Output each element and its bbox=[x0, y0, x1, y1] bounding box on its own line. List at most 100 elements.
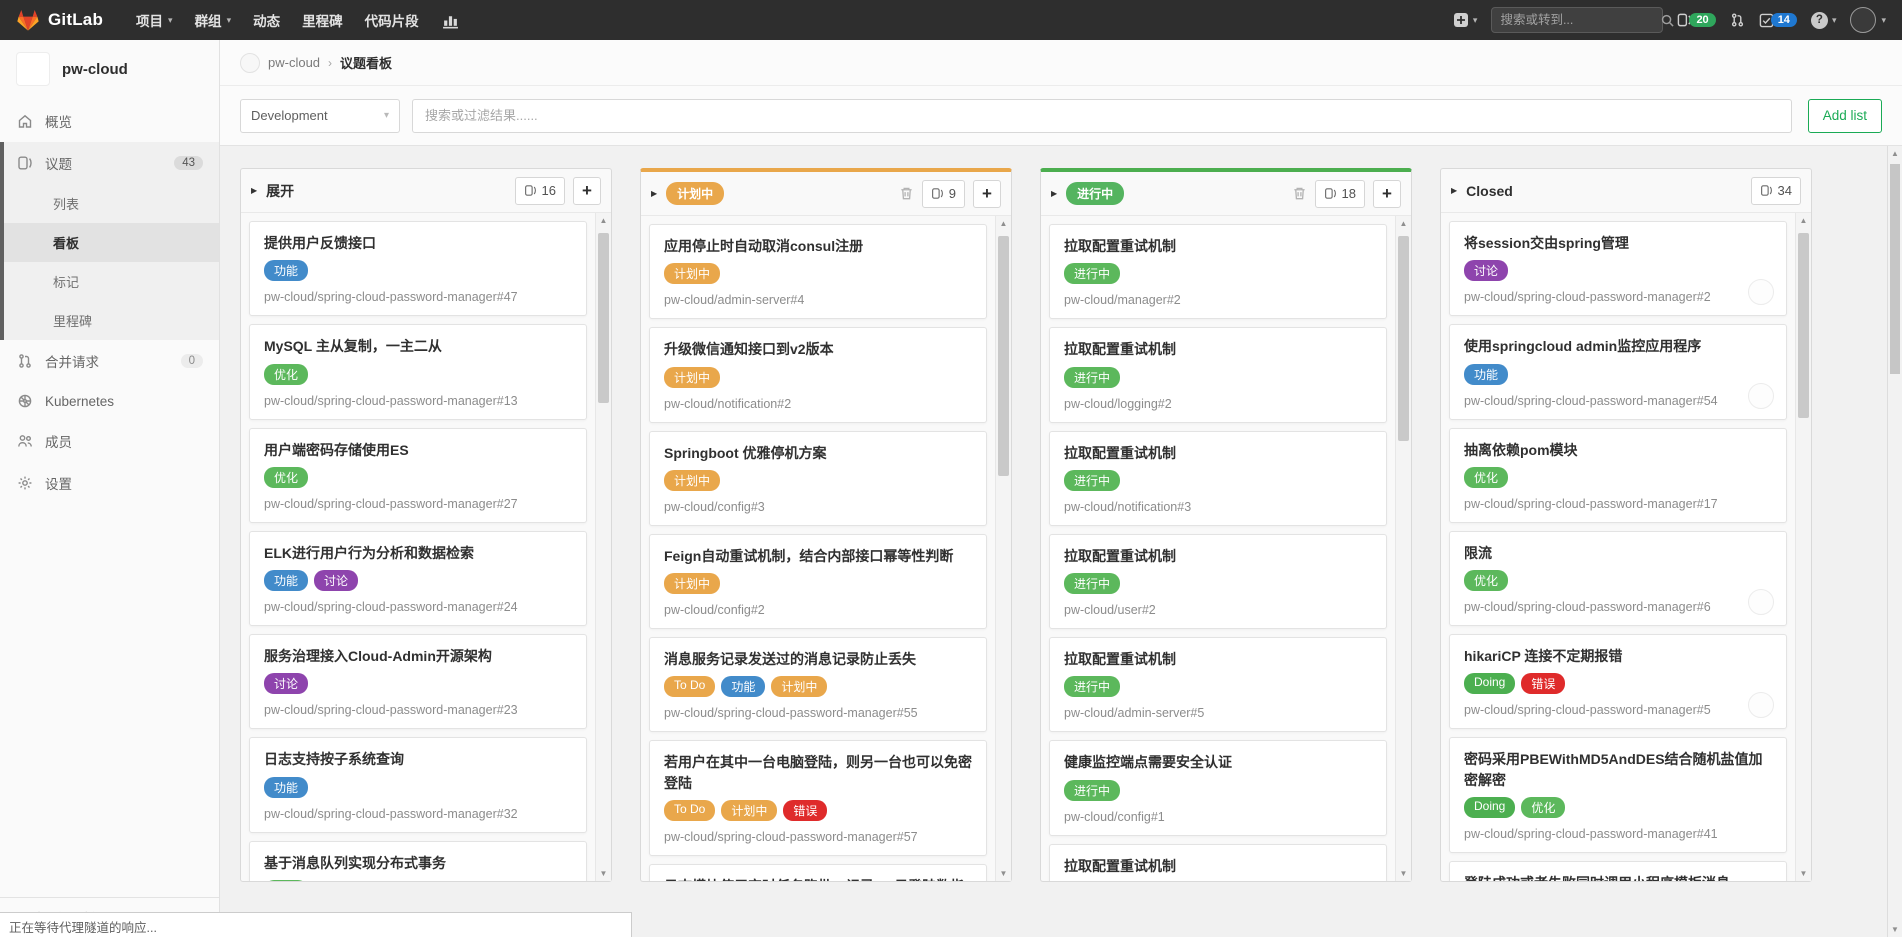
sidebar-item-board[interactable]: 看板 bbox=[4, 223, 219, 262]
issue-card[interactable]: 限流优化pw-cloud/spring-cloud-password-manag… bbox=[1449, 531, 1787, 626]
issue-label[interactable]: 优化 bbox=[1464, 467, 1508, 488]
delete-list-button[interactable] bbox=[1292, 186, 1307, 201]
scroll-down-icon[interactable]: ▼ bbox=[1396, 869, 1411, 878]
todos-button[interactable]: 14 bbox=[1759, 13, 1797, 28]
global-search[interactable] bbox=[1491, 7, 1663, 33]
issue-card[interactable]: 拉取配置重试机制进行中pw-cloud/user#2 bbox=[1049, 534, 1387, 629]
issue-card[interactable]: 服务治理接入Cloud-Admin开源架构讨论pw-cloud/spring-c… bbox=[249, 634, 587, 729]
issue-label[interactable]: 错误 bbox=[1521, 673, 1565, 694]
scrollbar-thumb[interactable] bbox=[598, 233, 609, 403]
issue-label[interactable]: 功能 bbox=[264, 777, 308, 798]
issue-card[interactable]: Feign自动重试机制，结合内部接口幂等性判断计划中pw-cloud/confi… bbox=[649, 534, 987, 629]
scroll-up-icon[interactable]: ▲ bbox=[1796, 216, 1811, 225]
issue-card[interactable]: 拉取配置重试机制进行中pw-cloud/manager#2 bbox=[1049, 224, 1387, 319]
issue-card[interactable]: 使用springcloud admin监控应用程序功能pw-cloud/spri… bbox=[1449, 324, 1787, 419]
issue-card[interactable]: 若用户在其中一台电脑登陆，则另一台也可以免密登陆To Do计划中错误pw-clo… bbox=[649, 740, 987, 856]
caret-right-icon[interactable]: ▶ bbox=[1051, 189, 1057, 198]
gitlab-logo[interactable]: GitLab bbox=[16, 8, 103, 32]
add-issue-button[interactable]: + bbox=[1373, 180, 1401, 208]
issue-label[interactable]: 讨论 bbox=[314, 570, 358, 591]
issue-card[interactable]: 日志支持按子系统查询功能pw-cloud/spring-cloud-passwo… bbox=[249, 737, 587, 832]
new-menu-button[interactable]: ▾ bbox=[1453, 12, 1478, 28]
issue-label[interactable]: Doing bbox=[1464, 673, 1515, 694]
issue-label[interactable]: 优化 bbox=[264, 467, 308, 488]
nav-item-groups[interactable]: 群组▾ bbox=[184, 0, 243, 40]
issue-card[interactable]: 基于消息队列实现分布式事务优化 bbox=[249, 841, 587, 881]
issue-card[interactable]: 消息服务记录发送过的消息记录防止丢失To Do功能计划中pw-cloud/spr… bbox=[649, 637, 987, 732]
issue-label[interactable]: 计划中 bbox=[721, 800, 777, 821]
issue-label[interactable]: To Do bbox=[664, 676, 715, 697]
scroll-up-icon[interactable]: ▲ bbox=[1888, 149, 1902, 158]
delete-list-button[interactable] bbox=[899, 186, 914, 201]
issue-label[interactable]: 优化 bbox=[1464, 570, 1508, 591]
scrollbar-thumb[interactable] bbox=[998, 236, 1009, 476]
issue-card[interactable]: 升级微信通知接口到v2版本计划中pw-cloud/notification#2 bbox=[649, 327, 987, 422]
column-scrollbar[interactable]: ▲▼ bbox=[995, 216, 1011, 881]
issue-card[interactable]: 应用停止时自动取消consul注册计划中pw-cloud/admin-serve… bbox=[649, 224, 987, 319]
sidebar-item-list[interactable]: 列表 bbox=[4, 184, 219, 223]
issue-card[interactable]: 健康监控端点需要安全认证进行中pw-cloud/config#1 bbox=[1049, 740, 1387, 835]
sidebar-item-kubernetes[interactable]: Kubernetes bbox=[0, 382, 219, 420]
nav-item-milestones[interactable]: 里程碑 bbox=[291, 0, 354, 40]
issue-card[interactable]: 提供用户反馈接口功能pw-cloud/spring-cloud-password… bbox=[249, 221, 587, 316]
issue-label[interactable]: 优化 bbox=[264, 364, 308, 385]
scroll-down-icon[interactable]: ▼ bbox=[1888, 925, 1902, 934]
merge-requests-button[interactable] bbox=[1730, 12, 1745, 28]
add-issue-button[interactable]: + bbox=[973, 180, 1001, 208]
scroll-up-icon[interactable]: ▲ bbox=[596, 216, 611, 225]
issue-label[interactable]: 进行中 bbox=[1064, 573, 1120, 594]
issue-card[interactable]: Springboot 优雅停机方案计划中pw-cloud/config#3 bbox=[649, 431, 987, 526]
sidebar-item-labels[interactable]: 标记 bbox=[4, 262, 219, 301]
column-scrollbar[interactable]: ▲▼ bbox=[1795, 213, 1811, 881]
issue-label[interactable]: 优化 bbox=[264, 880, 308, 881]
issue-label[interactable]: Doing bbox=[1464, 797, 1515, 818]
issue-card[interactable]: 日志模块使用定时任务跑批，记录T-1日登陆数指标 bbox=[649, 864, 987, 881]
scroll-up-icon[interactable]: ▲ bbox=[1396, 219, 1411, 228]
issue-label[interactable]: 计划中 bbox=[664, 367, 720, 388]
scroll-up-icon[interactable]: ▲ bbox=[996, 219, 1011, 228]
project-header[interactable]: pw-cloud bbox=[0, 40, 219, 100]
issue-label[interactable]: To Do bbox=[664, 800, 715, 821]
issue-label[interactable]: 计划中 bbox=[664, 263, 720, 284]
issue-label[interactable]: 讨论 bbox=[1464, 260, 1508, 281]
scrollbar-thumb[interactable] bbox=[1798, 233, 1809, 418]
board-filter-input[interactable] bbox=[412, 99, 1792, 133]
issue-card[interactable]: 密码采用PBEWithMD5AndDES结合随机盐值加密解密Doing优化pw-… bbox=[1449, 737, 1787, 853]
issue-label[interactable]: 计划中 bbox=[664, 470, 720, 491]
add-list-button[interactable]: Add list bbox=[1808, 99, 1882, 133]
issue-label[interactable]: 进行中 bbox=[1064, 780, 1120, 801]
caret-right-icon[interactable]: ▶ bbox=[651, 189, 657, 198]
issue-label[interactable]: 功能 bbox=[264, 260, 308, 281]
user-menu-button[interactable]: ▾ bbox=[1850, 7, 1886, 33]
issue-card[interactable]: 拉取配置重试机制进行中pw-cloud/logging#2 bbox=[1049, 327, 1387, 422]
sidebar-item-merge-requests[interactable]: 合并请求0 bbox=[0, 340, 219, 382]
issue-card[interactable]: 用户端密码存储使用ES优化pw-cloud/spring-cloud-passw… bbox=[249, 428, 587, 523]
caret-right-icon[interactable]: ▶ bbox=[1451, 186, 1457, 195]
issue-card[interactable]: MySQL 主从复制，一主二从优化pw-cloud/spring-cloud-p… bbox=[249, 324, 587, 419]
issue-card[interactable]: ELK进行用户行为分析和数据检索功能讨论pw-cloud/spring-clou… bbox=[249, 531, 587, 626]
sidebar-item-overview[interactable]: 概览 bbox=[0, 100, 219, 142]
breadcrumb-project-link[interactable]: pw-cloud bbox=[268, 55, 320, 70]
issue-label[interactable]: 计划中 bbox=[771, 676, 827, 697]
scroll-down-icon[interactable]: ▼ bbox=[596, 869, 611, 878]
sidebar-item-milestones[interactable]: 里程碑 bbox=[4, 301, 219, 340]
nav-item-projects[interactable]: 项目▾ bbox=[125, 0, 184, 40]
issue-card[interactable]: 登陆成功或者失败同时调用小程序模板消息 bbox=[1449, 861, 1787, 881]
issue-label[interactable]: 优化 bbox=[1521, 797, 1565, 818]
add-issue-button[interactable]: + bbox=[573, 177, 601, 205]
column-scrollbar[interactable]: ▲▼ bbox=[595, 213, 611, 881]
scrollbar-thumb[interactable] bbox=[1890, 164, 1900, 374]
analytics-icon[interactable] bbox=[434, 0, 467, 40]
milestone-select[interactable]: Development ▾ bbox=[240, 99, 400, 133]
issue-label[interactable]: 进行中 bbox=[1064, 470, 1120, 491]
issue-label[interactable]: 讨论 bbox=[264, 673, 308, 694]
sidebar-item-members[interactable]: 成员 bbox=[0, 420, 219, 462]
scroll-down-icon[interactable]: ▼ bbox=[1796, 869, 1811, 878]
nav-item-snippets[interactable]: 代码片段 bbox=[354, 0, 430, 40]
issue-card[interactable]: 将session交由spring管理讨论pw-cloud/spring-clou… bbox=[1449, 221, 1787, 316]
scrollbar-thumb[interactable] bbox=[1398, 236, 1409, 441]
issue-label[interactable]: 计划中 bbox=[664, 573, 720, 594]
help-menu-button[interactable]: ? ▾ bbox=[1811, 12, 1837, 29]
nav-item-activity[interactable]: 动态 bbox=[242, 0, 291, 40]
issue-card[interactable]: 拉取配置重试机制进行中pw-cloud/admin-server#5 bbox=[1049, 637, 1387, 732]
